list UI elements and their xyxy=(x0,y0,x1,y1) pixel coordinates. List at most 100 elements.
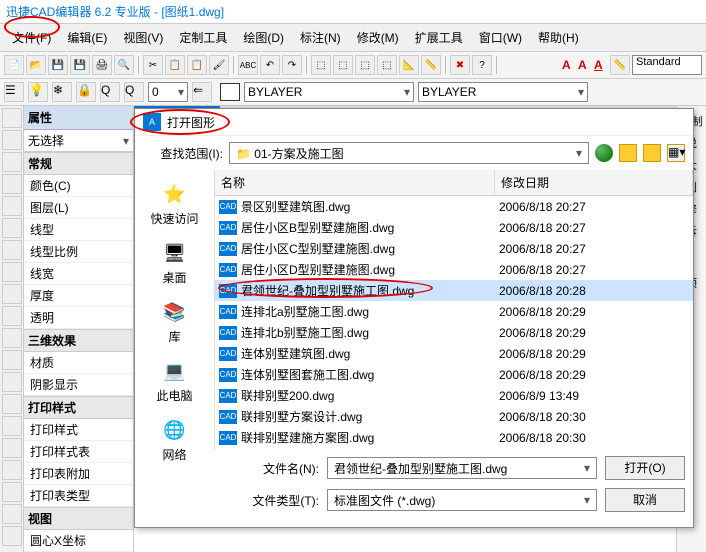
file-row[interactable]: CAD连体别墅图套施工图.dwg2006/8/18 20:29 xyxy=(215,364,693,385)
draw-tool-icon[interactable] xyxy=(2,218,22,238)
newfolder-icon[interactable] xyxy=(643,144,661,162)
file-row[interactable]: CAD居住小区C型别墅建施图.dwg2006/8/18 20:27 xyxy=(215,238,693,259)
file-row[interactable]: CAD君领世纪-叠加型别墅施工图.dwg2006/8/18 20:28 xyxy=(215,280,693,301)
property-item[interactable]: 打印表类型 xyxy=(24,485,133,507)
property-item[interactable]: 厚度 xyxy=(24,285,133,307)
tool4-icon[interactable]: ⬚ xyxy=(377,55,397,75)
draw-tool-icon[interactable] xyxy=(2,196,22,216)
layer-icon[interactable]: ☰ xyxy=(4,82,24,102)
standard-combo[interactable]: Standard xyxy=(632,55,702,75)
bulb-icon[interactable]: 💡 xyxy=(28,82,48,102)
layer0-combo[interactable]: 0 xyxy=(148,82,188,102)
property-item[interactable]: 颜色(C) xyxy=(24,175,133,197)
match-icon[interactable]: 🖌 xyxy=(209,55,229,75)
ruler-icon[interactable]: 📏 xyxy=(610,55,630,75)
draw-tool-icon[interactable] xyxy=(2,526,22,546)
draw-tool-icon[interactable] xyxy=(2,372,22,392)
col-name[interactable]: 名称 xyxy=(215,170,495,195)
linetype-combo[interactable]: BYLAYER xyxy=(244,82,414,102)
draw-tool-icon[interactable] xyxy=(2,306,22,326)
file-row[interactable]: CAD景区别墅建筑图.dwg2006/8/18 20:27 xyxy=(215,196,693,217)
menu-item[interactable]: 视图(V) xyxy=(115,26,171,49)
color-swatch[interactable] xyxy=(220,83,240,101)
menu-item[interactable]: 文件(F) xyxy=(4,26,59,49)
file-row[interactable]: CAD居住小区D型别墅建施图.dwg2006/8/18 20:27 xyxy=(215,259,693,280)
path-combo[interactable]: 📁 01-方案及施工图 xyxy=(229,142,589,164)
up-icon[interactable] xyxy=(619,144,637,162)
draw-tool-icon[interactable] xyxy=(2,240,22,260)
tool3-icon[interactable]: ⬚ xyxy=(355,55,375,75)
draw-tool-icon[interactable] xyxy=(2,108,22,128)
file-row[interactable]: CAD联排别墅200.dwg2006/8/9 13:49 xyxy=(215,385,693,406)
saveas-icon[interactable]: 💾 xyxy=(70,55,90,75)
file-row[interactable]: CAD联排别墅方案设计.dwg2006/8/18 20:30 xyxy=(215,406,693,427)
copy-icon[interactable]: 📋 xyxy=(165,55,185,75)
file-row[interactable]: CAD连体别墅建筑图.dwg2006/8/18 20:29 xyxy=(215,343,693,364)
draw-tool-icon[interactable] xyxy=(2,394,22,414)
property-item[interactable]: 打印样式 xyxy=(24,419,133,441)
lock-icon[interactable]: 🔒 xyxy=(76,82,96,102)
property-group[interactable]: 常规 xyxy=(24,152,133,175)
place-item[interactable]: 📚库 xyxy=(140,292,210,349)
property-item[interactable]: 图层(L) xyxy=(24,197,133,219)
open-icon[interactable]: 📂 xyxy=(26,55,46,75)
property-item[interactable]: 打印样式表 xyxy=(24,441,133,463)
menu-item[interactable]: 绘图(D) xyxy=(235,26,292,49)
tool-icon[interactable]: ⬚ xyxy=(311,55,331,75)
file-row[interactable]: CAD联排别墅建施方案图.dwg2006/8/18 20:30 xyxy=(215,427,693,448)
filename-input[interactable]: 君领世纪-叠加型别墅施工图.dwg xyxy=(327,457,597,479)
cut-icon[interactable]: ✂ xyxy=(143,55,163,75)
draw-tool-icon[interactable] xyxy=(2,350,22,370)
draw-tool-icon[interactable] xyxy=(2,504,22,524)
q-icon[interactable]: Q xyxy=(100,82,120,102)
menu-item[interactable]: 定制工具 xyxy=(171,26,235,49)
redo-icon[interactable]: ↷ xyxy=(282,55,302,75)
paste-icon[interactable]: 📋 xyxy=(187,55,207,75)
menu-item[interactable]: 窗口(W) xyxy=(471,26,530,49)
draw-tool-icon[interactable] xyxy=(2,174,22,194)
q2-icon[interactable]: Q xyxy=(124,82,144,102)
draw-tool-icon[interactable] xyxy=(2,328,22,348)
place-item[interactable]: 💻此电脑 xyxy=(140,351,210,408)
draw-tool-icon[interactable] xyxy=(2,152,22,172)
cancel-button[interactable]: 取消 xyxy=(605,488,685,512)
draw-tool-icon[interactable] xyxy=(2,284,22,304)
draw-tool-icon[interactable] xyxy=(2,460,22,480)
col-date[interactable]: 修改日期 xyxy=(495,170,693,195)
property-item[interactable]: 线宽 xyxy=(24,263,133,285)
print-icon[interactable]: 🖨 xyxy=(92,55,112,75)
lineweight-combo[interactable]: BYLAYER xyxy=(418,82,588,102)
help-icon[interactable]: ✖ xyxy=(450,55,470,75)
file-row[interactable]: CAD连排北a别墅施工图.dwg2006/8/18 20:29 xyxy=(215,301,693,322)
layerprev-icon[interactable]: ⇐ xyxy=(192,82,212,102)
property-item[interactable]: 线型 xyxy=(24,219,133,241)
tool5-icon[interactable]: 📐 xyxy=(399,55,419,75)
property-item[interactable]: 材质 xyxy=(24,352,133,374)
menu-item[interactable]: 修改(M) xyxy=(349,26,407,49)
property-item[interactable]: 线型比例 xyxy=(24,241,133,263)
filetype-combo[interactable]: 标准图文件 (*.dwg) xyxy=(327,489,597,511)
text-a3-icon[interactable]: A xyxy=(594,58,603,72)
property-item[interactable]: 阴影显示 xyxy=(24,374,133,396)
preview-icon[interactable]: 🔍 xyxy=(114,55,134,75)
text-a-icon[interactable]: A xyxy=(562,58,571,72)
tool2-icon[interactable]: ⬚ xyxy=(333,55,353,75)
draw-tool-icon[interactable] xyxy=(2,438,22,458)
menu-item[interactable]: 帮助(H) xyxy=(530,26,587,49)
save-icon[interactable]: 💾 xyxy=(48,55,68,75)
property-group[interactable]: 打印样式 xyxy=(24,396,133,419)
property-group[interactable]: 视图 xyxy=(24,507,133,530)
new-icon[interactable]: 📄 xyxy=(4,55,24,75)
info-icon[interactable]: ? xyxy=(472,55,492,75)
back-icon[interactable] xyxy=(595,144,613,162)
text-a2-icon[interactable]: A xyxy=(578,58,587,72)
place-item[interactable]: 🖥桌面 xyxy=(140,233,210,290)
property-item[interactable]: 圆心X坐标 xyxy=(24,530,133,552)
undo-icon[interactable]: ↶ xyxy=(260,55,280,75)
file-row[interactable]: CAD连排北b别墅施工图.dwg2006/8/18 20:29 xyxy=(215,322,693,343)
place-item[interactable]: ⭐快速访问 xyxy=(140,174,210,231)
draw-tool-icon[interactable] xyxy=(2,416,22,436)
menu-item[interactable]: 扩展工具 xyxy=(407,26,471,49)
views-icon[interactable]: ▦▾ xyxy=(667,144,685,162)
freeze-icon[interactable]: ❄ xyxy=(52,82,72,102)
